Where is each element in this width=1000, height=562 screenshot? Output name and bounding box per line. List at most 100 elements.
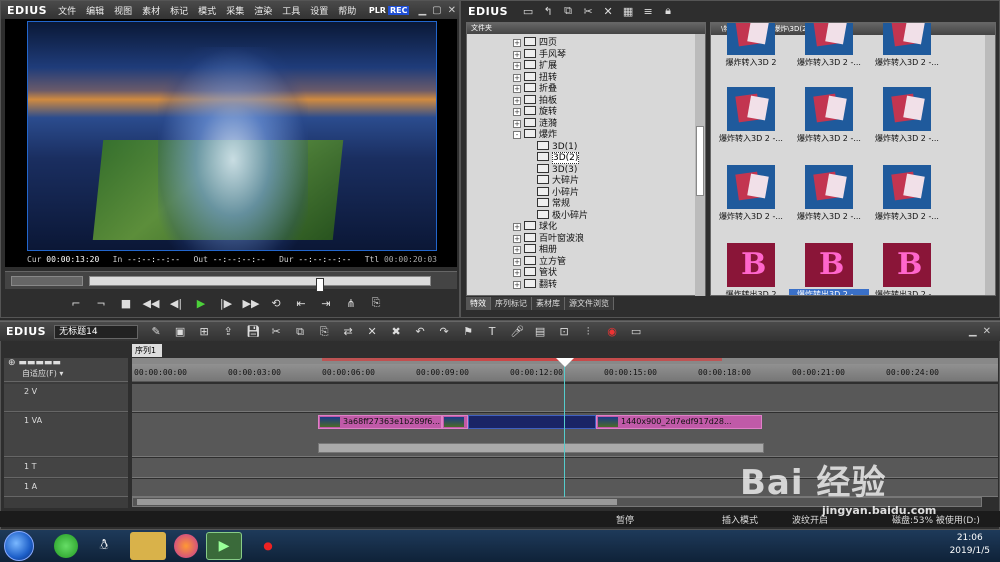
- undo-icon[interactable]: ↶: [414, 325, 426, 339]
- minimize-icon[interactable]: ▁: [415, 5, 429, 16]
- step-forward-icon[interactable]: |▶: [217, 294, 235, 312]
- taskbar-qq-icon[interactable]: 🐧︎: [86, 532, 122, 560]
- effect-thumbnail-caption[interactable]: 爆炸转入3D 2 -...: [711, 133, 791, 144]
- folder-tree-item[interactable]: 极小碎片: [537, 209, 588, 222]
- effect-thumbnail[interactable]: [883, 87, 931, 131]
- expand-icon[interactable]: +: [513, 234, 521, 243]
- paste-icon[interactable]: ⎘: [318, 325, 330, 339]
- expand-icon[interactable]: +: [513, 223, 521, 231]
- collapse-icon[interactable]: -: [513, 131, 521, 139]
- folder-tree-item[interactable]: + 手风琴: [513, 48, 566, 61]
- expand-icon[interactable]: +: [513, 39, 521, 47]
- output-icon[interactable]: ⎘: [367, 294, 385, 312]
- effect-thumbnail[interactable]: [727, 165, 775, 209]
- taskbar-explorer-icon[interactable]: [130, 532, 166, 560]
- effect-thumbnail-caption[interactable]: 爆炸转入3D 2: [711, 57, 791, 68]
- effect-thumbnail-caption[interactable]: 爆炸转入3D 2 -...: [711, 211, 791, 222]
- set-out-icon[interactable]: ¬: [92, 294, 110, 312]
- folder-tree-item[interactable]: + 立方管: [513, 255, 566, 268]
- set-in-icon[interactable]: ⌐: [67, 294, 85, 312]
- timeline-close-icon[interactable]: ✕: [980, 326, 994, 337]
- expand-icon[interactable]: +: [513, 85, 521, 93]
- taskbar-recorder-icon[interactable]: ⏺: [250, 532, 286, 560]
- folder-tree-item[interactable]: + 相册: [513, 244, 557, 256]
- menu-capture[interactable]: 采集: [221, 4, 249, 17]
- effect-thumbnail-caption[interactable]: 爆炸转入3D 2 -...: [789, 57, 869, 68]
- record-icon[interactable]: ◉: [606, 325, 618, 339]
- menu-file[interactable]: 文件: [53, 4, 81, 17]
- transition-block[interactable]: [468, 415, 596, 429]
- adaptive-mode[interactable]: 自适应(F) ▾: [8, 368, 128, 379]
- folder-tree-item[interactable]: 常规: [537, 198, 570, 210]
- video-clip-1[interactable]: 3a68ff27363e1b289f6...: [318, 415, 442, 429]
- menu-mode[interactable]: 模式: [193, 4, 221, 17]
- tab-effects[interactable]: 特效: [466, 297, 491, 310]
- menu-marker[interactable]: 标记: [165, 4, 193, 17]
- microphone-icon[interactable]: 🎤︎: [510, 325, 524, 339]
- insert-icon[interactable]: ⇤: [292, 294, 310, 312]
- effect-thumbnail-caption[interactable]: 爆炸转入3D 2 -...: [867, 57, 947, 68]
- menu-settings[interactable]: 设置: [305, 4, 333, 17]
- effect-thumbnail-caption[interactable]: 爆炸转入3D 2 -...: [789, 133, 869, 144]
- expand-icon[interactable]: +: [513, 257, 521, 266]
- effect-thumbnail-caption[interactable]: 爆炸转入3D 2 -...: [867, 133, 947, 144]
- effect-thumbnail[interactable]: [805, 165, 853, 209]
- folder-tree-item[interactable]: + 扭转: [513, 71, 557, 84]
- delete-clip-icon[interactable]: ✕: [366, 325, 378, 339]
- track-header-1va[interactable]: 1 VA: [4, 413, 128, 457]
- video-clip-2[interactable]: 1440x900_2d7edf917d28...: [596, 415, 762, 429]
- expand-icon[interactable]: +: [513, 269, 521, 277]
- position-slider[interactable]: [89, 276, 431, 292]
- tab-source-browser[interactable]: 源文件浏览: [565, 297, 614, 310]
- redo-icon[interactable]: ↷: [438, 325, 450, 339]
- folder-icon[interactable]: ▭: [522, 5, 534, 18]
- track-header-1a[interactable]: 1 A: [4, 479, 128, 497]
- effects-grid-scrollbar[interactable]: [985, 35, 995, 295]
- ripple-delete-icon[interactable]: ✖: [390, 325, 402, 339]
- list-icon[interactable]: ≡: [642, 5, 654, 18]
- tab-sequence-markers[interactable]: 序列标记: [491, 297, 532, 310]
- sequence-tab[interactable]: 序列1: [132, 344, 162, 357]
- expand-icon[interactable]: +: [513, 50, 521, 59]
- layout-icon[interactable]: ▭: [630, 325, 642, 339]
- timeline-minimize-icon[interactable]: ▁: [966, 326, 980, 337]
- track-header-1t[interactable]: 1 T: [4, 458, 128, 478]
- effect-thumbnail-caption[interactable]: 爆炸转出3D 2 -...: [789, 289, 869, 295]
- loop-icon[interactable]: ⟲: [267, 294, 285, 312]
- folder-tree-item[interactable]: + 旋转: [513, 106, 557, 118]
- import-icon[interactable]: ⇪: [222, 325, 234, 339]
- status-insert-mode[interactable]: 插入模式: [722, 513, 758, 526]
- delete-icon[interactable]: ✕: [602, 5, 614, 18]
- taskbar-edius-icon[interactable]: ▶: [206, 532, 242, 560]
- effect-thumbnail[interactable]: B: [805, 243, 853, 287]
- folder-tree-item[interactable]: 大碎片: [537, 175, 579, 187]
- audio-clip-bar[interactable]: [318, 443, 764, 453]
- effect-thumbnail[interactable]: [883, 23, 931, 55]
- fast-forward-icon[interactable]: ▶▶: [242, 294, 260, 312]
- expand-icon[interactable]: +: [513, 73, 521, 82]
- effect-thumbnail[interactable]: [883, 165, 931, 209]
- taskbar-clock[interactable]: 21:06 2019/1/5: [950, 532, 990, 558]
- replace-icon[interactable]: ⇄: [342, 325, 354, 339]
- folder-tree-item[interactable]: 小碎片: [537, 186, 579, 199]
- effect-thumbnail-caption[interactable]: 爆炸转入3D 2 -...: [789, 211, 869, 222]
- menu-clip[interactable]: 素材: [137, 4, 165, 17]
- track-1va[interactable]: 3a68ff27363e1b289f6... 1440x900_2d7edf91…: [132, 413, 998, 457]
- menu-help[interactable]: 帮助: [333, 4, 361, 17]
- effect-thumbnail-caption[interactable]: 爆炸转入3D 2 -...: [867, 211, 947, 222]
- split-icon[interactable]: ⋔: [342, 294, 360, 312]
- clip-thumb-edge[interactable]: [442, 415, 468, 429]
- overwrite-icon[interactable]: ⇥: [317, 294, 335, 312]
- cut-icon[interactable]: ✂: [582, 5, 594, 18]
- folder-tree-item[interactable]: 3D(2): [537, 152, 580, 164]
- copy-clip-icon[interactable]: ⧉: [294, 325, 306, 339]
- folder-tree-item[interactable]: 3D(3): [537, 163, 577, 176]
- effect-thumbnail[interactable]: B: [883, 243, 931, 287]
- expand-icon[interactable]: +: [513, 246, 521, 254]
- playhead-handle[interactable]: [556, 358, 574, 367]
- menu-view[interactable]: 视图: [109, 4, 137, 17]
- effect-thumbnail[interactable]: [805, 23, 853, 55]
- step-back-icon[interactable]: ◀|: [167, 294, 185, 312]
- expand-icon[interactable]: +: [513, 280, 521, 289]
- scissors-icon[interactable]: ✂: [270, 325, 282, 339]
